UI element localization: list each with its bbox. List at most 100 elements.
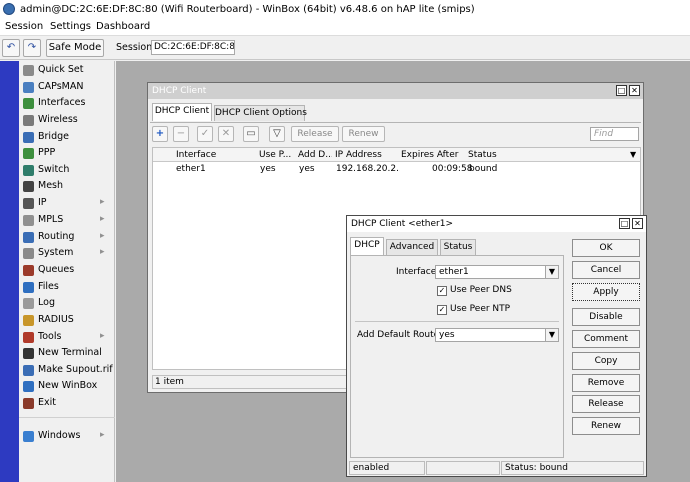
sidebar-item-label: Wireless [38, 114, 78, 125]
menu-dashboard[interactable]: Dashboard [96, 21, 150, 32]
sidebar-item-mesh[interactable]: Mesh [19, 178, 115, 194]
sidebar-item-label: System [38, 247, 74, 258]
interfaces-icon [23, 98, 34, 109]
col-ip-address[interactable]: IP Address [335, 150, 399, 160]
sidebar-item-interfaces[interactable]: Interfaces [19, 95, 115, 111]
supout-icon [23, 365, 34, 376]
sidebar-item-ip[interactable]: IP ▸ [19, 195, 115, 211]
menu-session[interactable]: Session [5, 21, 43, 32]
remove-button[interactable]: − [173, 126, 189, 142]
menu-settings[interactable]: Settings [50, 21, 91, 32]
filter-button[interactable]: ▽ [269, 126, 285, 142]
use-peer-dns-label: Use Peer DNS [450, 285, 512, 295]
status-middle [426, 461, 500, 475]
dropdown-icon[interactable]: ▼ [545, 266, 558, 278]
sidebar-item-make-supout-rif[interactable]: Make Supout.rif [19, 362, 115, 378]
columns-dropdown-icon[interactable]: ▼ [630, 150, 640, 159]
tab-divider [150, 122, 641, 123]
sidebar-item-quick-set[interactable]: Quick Set [19, 62, 115, 78]
col-status[interactable]: Status [468, 150, 524, 160]
copy-button[interactable]: Copy [572, 352, 640, 370]
tab-dhcp-client-options[interactable]: DHCP Client Options [214, 105, 307, 121]
sidebar-item-label: CAPsMAN [38, 81, 84, 92]
col-expires-after[interactable]: Expires After [401, 150, 465, 160]
find-input[interactable]: Find [590, 127, 639, 141]
tab-dhcp[interactable]: DHCP [350, 237, 384, 255]
disable-button[interactable]: Disable [572, 308, 640, 326]
sidebar-item-tools[interactable]: Tools ▸ [19, 329, 115, 345]
sidebar-item-label: Quick Set [38, 64, 84, 75]
default-route-select[interactable]: yes ▼ [435, 328, 559, 342]
sidebar-item-queues[interactable]: Queues [19, 262, 115, 278]
release-button[interactable]: Release [291, 126, 339, 142]
tools-icon [23, 332, 34, 343]
undo-button[interactable]: ↶ [2, 39, 20, 57]
sidebar-item-ppp[interactable]: PPP [19, 145, 115, 161]
close-icon[interactable]: ✕ [632, 218, 643, 229]
tab-status[interactable]: Status [440, 239, 476, 255]
col-use-peer[interactable]: Use P... [259, 150, 295, 160]
col-add-default[interactable]: Add D... [298, 150, 332, 160]
sidebar-item-exit[interactable]: Exit [19, 395, 115, 411]
sidebar-item-label: RADIUS [38, 314, 74, 325]
sidebar-item-new-winbox[interactable]: New WinBox [19, 378, 115, 394]
sidebar-item-system[interactable]: System ▸ [19, 245, 115, 261]
sidebar-item-routing[interactable]: Routing ▸ [19, 229, 115, 245]
sidebar-item-label: IP [38, 197, 47, 208]
tab-dhcp-client[interactable]: DHCP Client [152, 103, 212, 121]
dhcp-client-window-title: DHCP Client [148, 83, 643, 99]
redo-button[interactable]: ↷ [23, 39, 41, 57]
disable-button[interactable]: ✕ [218, 126, 234, 142]
table-row[interactable]: ether1 yes yes 192.168.20.2... 00:09:58 … [153, 162, 640, 176]
use-peer-dns-checkbox[interactable]: ✓ [437, 286, 447, 296]
comment-button[interactable]: Comment [572, 330, 640, 348]
switch-icon [23, 165, 34, 176]
files-icon [23, 282, 34, 293]
sidebar-item-switch[interactable]: Switch [19, 162, 115, 178]
sidebar-item-label: Windows [38, 430, 81, 441]
col-interface[interactable]: Interface [176, 150, 254, 160]
submenu-arrow-icon: ▸ [100, 231, 105, 241]
renew-button[interactable]: Renew [572, 417, 640, 435]
bridge-icon [23, 132, 34, 143]
undo-icon: ↶ [6, 42, 16, 53]
status-bound: Status: bound [501, 461, 644, 475]
sidebar-item-label: Tools [38, 331, 62, 342]
cell-ip-address: 192.168.20.2... [336, 164, 400, 174]
cross-icon: ✕ [221, 128, 231, 139]
sidebar-item-radius[interactable]: RADIUS [19, 312, 115, 328]
tab-advanced[interactable]: Advanced [386, 239, 438, 255]
sidebar-item-new-terminal[interactable]: New Terminal [19, 345, 115, 361]
renew-button[interactable]: Renew [342, 126, 385, 142]
sidebar-item-log[interactable]: Log [19, 295, 115, 311]
comment-button[interactable]: ▭ [243, 126, 259, 142]
sidebar-item-label: New Terminal [38, 347, 102, 358]
apply-button[interactable]: Apply [572, 283, 640, 301]
add-button[interactable]: + [152, 126, 168, 142]
dropdown-icon[interactable]: ▼ [545, 329, 558, 341]
sidebar-item-wireless[interactable]: Wireless [19, 112, 115, 128]
submenu-arrow-icon: ▸ [100, 197, 105, 207]
sidebar-item-windows[interactable]: Windows ▸ [19, 428, 115, 444]
remove-button[interactable]: Remove [572, 374, 640, 392]
sidebar-item-files[interactable]: Files [19, 279, 115, 295]
maximize-icon[interactable]: □ [619, 218, 630, 229]
queues-icon [23, 265, 34, 276]
use-peer-ntp-checkbox[interactable]: ✓ [437, 305, 447, 315]
sidebar-item-label: PPP [38, 147, 56, 158]
section-divider [355, 321, 559, 322]
enable-button[interactable]: ✓ [197, 126, 213, 142]
dhcp-client-dialog-title: DHCP Client <ether1> [347, 216, 646, 232]
interface-select[interactable]: ether1 ▼ [435, 265, 559, 279]
ok-button[interactable]: OK [572, 239, 640, 257]
close-icon[interactable]: ✕ [629, 85, 640, 96]
session-field[interactable]: DC:2C:6E:DF:8C:80 [151, 40, 235, 55]
sidebar-item-mpls[interactable]: MPLS ▸ [19, 212, 115, 228]
cancel-button[interactable]: Cancel [572, 261, 640, 279]
sidebar-item-capsman[interactable]: CAPsMAN [19, 79, 115, 95]
safe-mode-button[interactable]: Safe Mode [46, 39, 104, 57]
maximize-icon[interactable]: □ [616, 85, 627, 96]
release-button[interactable]: Release [572, 395, 640, 413]
sidebar-item-bridge[interactable]: Bridge [19, 129, 115, 145]
ppp-icon [23, 148, 34, 159]
